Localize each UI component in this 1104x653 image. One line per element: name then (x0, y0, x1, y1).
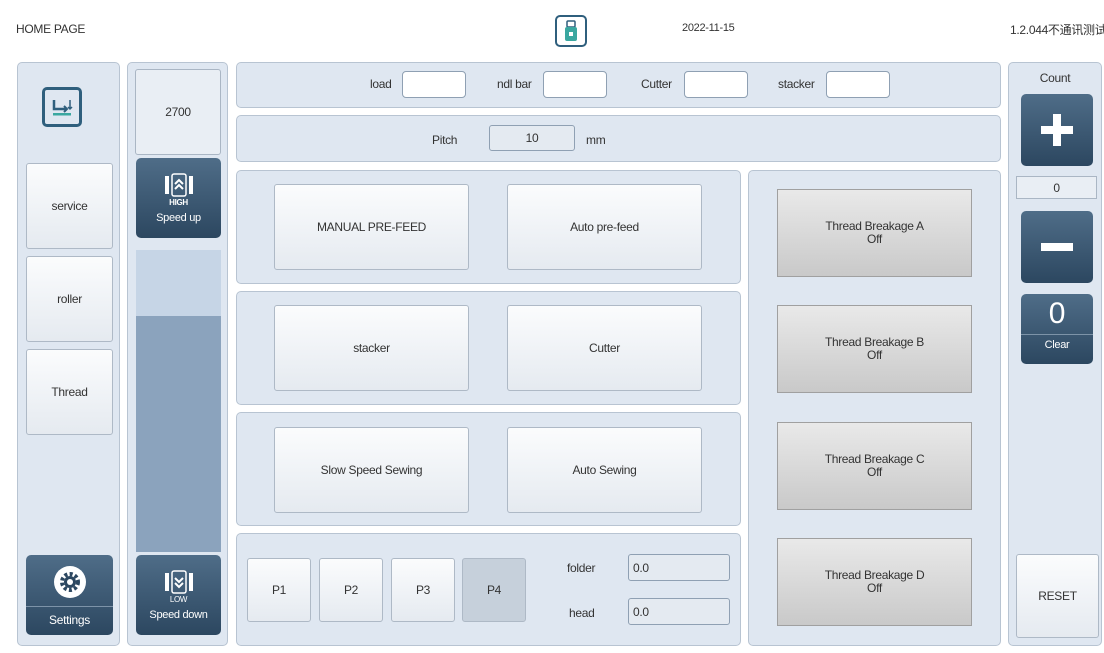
thread-breakage-b-button[interactable]: Thread Breakage B Off (777, 305, 972, 393)
settings-label: Settings (26, 605, 113, 627)
pitch-input[interactable]: 10 (489, 125, 575, 151)
cutter-label: Cutter (641, 77, 672, 91)
speed-down-icon (164, 570, 193, 594)
stacker-button[interactable]: stacker (274, 305, 469, 391)
program-panel: P1 P2 P3 P4 folder 0.0 head 0.0 (236, 533, 741, 646)
program-p3-button[interactable]: P3 (391, 558, 455, 622)
count-value: 0 (1016, 176, 1097, 199)
count-label: Count (1039, 71, 1071, 85)
clear-label: Clear (1021, 334, 1093, 351)
usb-icon[interactable] (555, 15, 587, 47)
auto-prefeed-button[interactable]: Auto pre-feed (507, 184, 702, 270)
clear-value: 0 (1048, 297, 1066, 330)
thread-breakage-a-state: Off (867, 232, 882, 246)
speed-down-tag: LOW (169, 595, 188, 604)
thread-breakage-c-state: Off (867, 465, 882, 479)
count-panel: Count 0 0 Clear RESET (1008, 62, 1102, 646)
folder-label: folder (567, 561, 596, 575)
load-label: load (370, 77, 392, 91)
pitch-label: Pitch (432, 133, 458, 147)
page-title: HOME PAGE (16, 22, 86, 36)
count-minus-button[interactable] (1021, 211, 1093, 283)
stacker-label: stacker (778, 77, 815, 91)
date-display: 2022-11-15 (682, 22, 735, 34)
minus-icon (1041, 243, 1073, 251)
program-p4-button[interactable]: P4 (462, 558, 526, 622)
top-bar: HOME PAGE 2022-11-15 1.2.044不通讯测试 (0, 0, 1104, 55)
thread-button[interactable]: Thread (26, 349, 113, 435)
thread-breakage-a-button[interactable]: Thread Breakage A Off (777, 189, 972, 277)
speed-up-label: Speed up (156, 212, 201, 224)
plus-icon (1041, 114, 1073, 146)
thread-breakage-d-button[interactable]: Thread Breakage D Off (777, 538, 972, 626)
roller-button[interactable]: roller (26, 256, 113, 342)
auto-sewing-button[interactable]: Auto Sewing (507, 427, 702, 513)
speed-up-tag: HIGH (169, 198, 188, 207)
folder-input[interactable]: 0.0 (628, 554, 730, 581)
service-button[interactable]: service (26, 163, 113, 249)
prefeed-panel: MANUAL PRE-FEED Auto pre-feed (236, 170, 741, 284)
head-input[interactable]: 0.0 (628, 598, 730, 625)
program-p2-button[interactable]: P2 (319, 558, 383, 622)
head-label: head (569, 606, 595, 620)
program-p1-button[interactable]: P1 (247, 558, 311, 622)
gear-icon (53, 565, 86, 598)
thread-breakage-panel: Thread Breakage A Off Thread Breakage B … (748, 170, 1001, 646)
pitch-panel: Pitch 10 mm (236, 115, 1001, 162)
reset-button[interactable]: RESET (1016, 554, 1099, 638)
speed-panel: 2700 HIGH Speed up LOW Speed down (127, 62, 228, 646)
speed-down-button[interactable]: LOW Speed down (136, 555, 221, 635)
stacker-cutter-panel: stacker Cutter (236, 291, 741, 405)
cutter-input[interactable] (684, 71, 748, 98)
cutter-button[interactable]: Cutter (507, 305, 702, 391)
pitch-unit: mm (586, 133, 606, 147)
home-icon[interactable] (42, 87, 82, 127)
speed-bar-track[interactable] (136, 250, 221, 552)
stacker-input[interactable] (826, 71, 890, 98)
ndl-bar-input[interactable] (543, 71, 607, 98)
thread-breakage-b-state: Off (867, 348, 882, 362)
speed-up-icon (164, 173, 193, 197)
speed-bar-fill (136, 316, 221, 552)
manual-prefeed-button[interactable]: MANUAL PRE-FEED (274, 184, 469, 270)
sensor-params-panel: load ndl bar Cutter stacker (236, 62, 1001, 108)
slow-speed-sewing-button[interactable]: Slow Speed Sewing (274, 427, 469, 513)
left-nav-panel: service roller Thread Settings (17, 62, 120, 646)
sewing-panel: Slow Speed Sewing Auto Sewing (236, 412, 741, 526)
ndl-bar-label: ndl bar (497, 77, 532, 91)
settings-button[interactable]: Settings (26, 555, 113, 635)
thread-breakage-d-state: Off (867, 581, 882, 595)
count-plus-button[interactable] (1021, 94, 1093, 166)
speed-up-button[interactable]: HIGH Speed up (136, 158, 221, 238)
thread-breakage-c-button[interactable]: Thread Breakage C Off (777, 422, 972, 510)
speed-down-label: Speed down (149, 609, 208, 621)
clear-button[interactable]: 0 Clear (1021, 294, 1093, 364)
speed-value: 2700 (135, 69, 221, 155)
version-label: 1.2.044不通讯测试 (1010, 23, 1104, 37)
load-input[interactable] (402, 71, 466, 98)
